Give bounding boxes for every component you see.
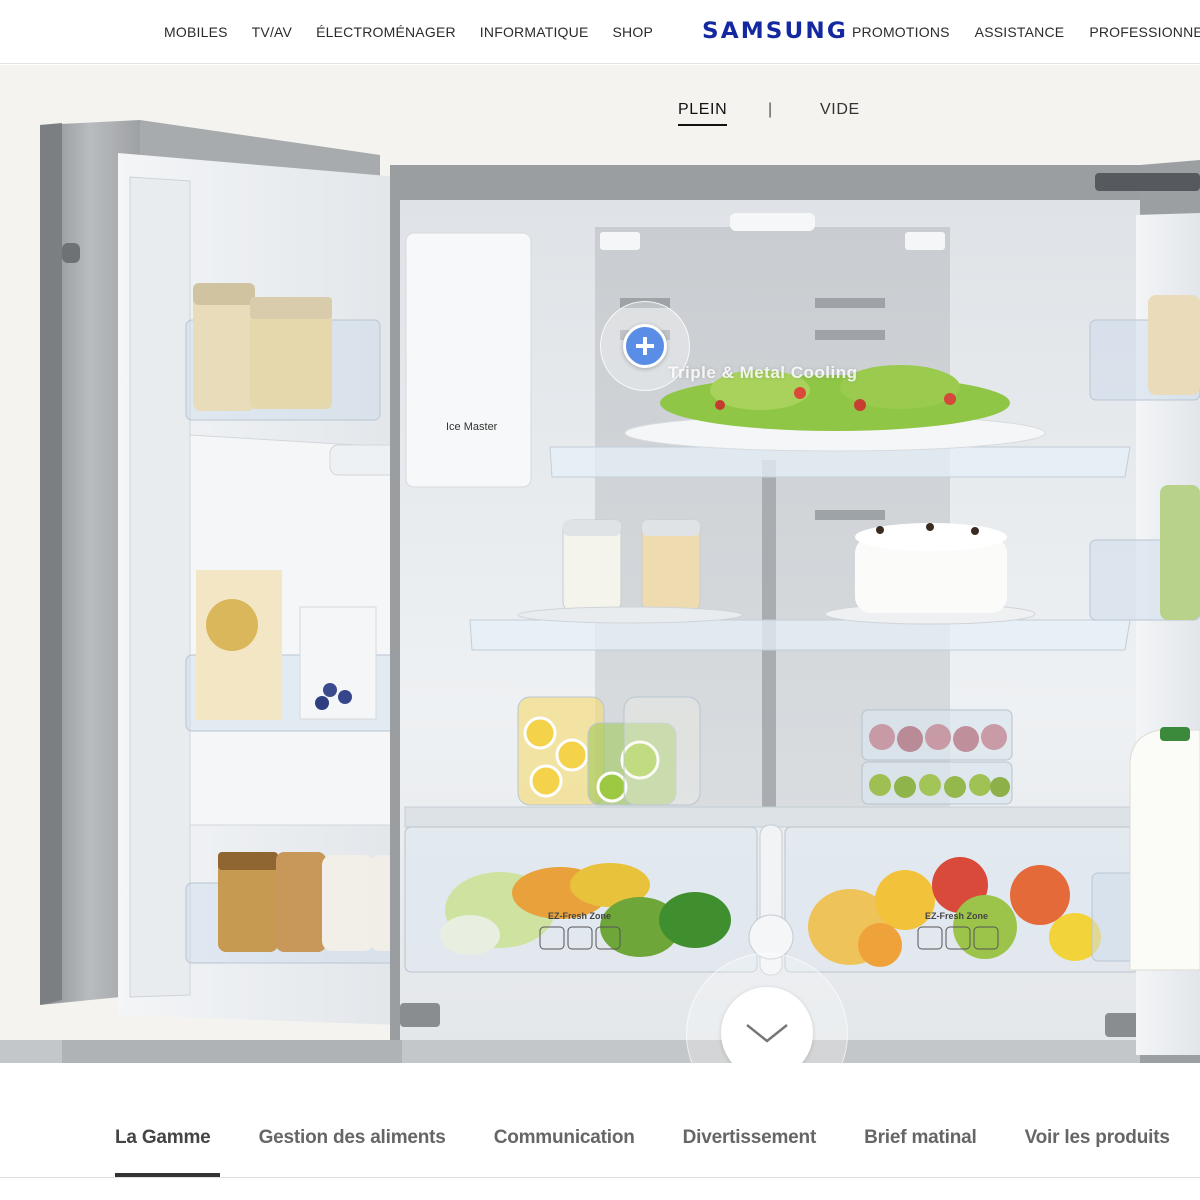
nav-electromenager[interactable]: ÉLECTROMÉNAGER	[316, 24, 456, 40]
hero-section: PLEIN | VIDE Ice Master Triple & Metal C…	[0, 65, 1200, 1063]
tab-la-gamme[interactable]: La Gamme	[115, 1127, 211, 1149]
toggle-separator: |	[768, 101, 773, 118]
tab-voir-produits[interactable]: Voir les produits	[1025, 1127, 1170, 1149]
feature-hotspot[interactable]	[600, 301, 690, 391]
nav-tv-av[interactable]: TV/AV	[252, 24, 292, 40]
nav-mobiles[interactable]: MOBILES	[164, 24, 228, 40]
ice-maker-label: Ice Master	[446, 421, 498, 433]
tab-brief-matinal[interactable]: Brief matinal	[864, 1127, 977, 1149]
tab-gestion-aliments[interactable]: Gestion des aliments	[259, 1127, 446, 1149]
samsung-logo[interactable]: SAMSUNG	[702, 19, 848, 44]
site-header: MOBILES TV/AV ÉLECTROMÉNAGER INFORMATIQU…	[0, 0, 1200, 64]
toggle-vide[interactable]: VIDE	[820, 101, 860, 119]
tab-divertissement[interactable]: Divertissement	[683, 1127, 817, 1149]
nav-shop[interactable]: SHOP	[613, 24, 653, 40]
view-toggle: PLEIN | VIDE	[0, 101, 1200, 131]
main-nav: MOBILES TV/AV ÉLECTROMÉNAGER INFORMATIQU…	[164, 24, 653, 40]
chevron-down-icon	[746, 1024, 788, 1043]
nav-assistance[interactable]: ASSISTANCE	[975, 24, 1065, 40]
tab-communication[interactable]: Communication	[494, 1127, 635, 1149]
crisper-label-right: EZ-Fresh Zone	[925, 911, 989, 921]
utility-nav: PROMOTIONS ASSISTANCE PROFESSIONNELS	[852, 24, 1200, 40]
toggle-plein[interactable]: PLEIN	[678, 101, 728, 126]
nav-promotions[interactable]: PROMOTIONS	[852, 24, 950, 40]
nav-professionnels[interactable]: PROFESSIONNELS	[1089, 24, 1200, 40]
section-tabs: La Gamme Gestion des aliments Communicat…	[0, 1063, 1200, 1200]
crisper-label-left: EZ-Fresh Zone	[548, 911, 612, 921]
tab-row: La Gamme Gestion des aliments Communicat…	[115, 1127, 1170, 1149]
nav-informatique[interactable]: INFORMATIQUE	[480, 24, 589, 40]
feature-label: Triple & Metal Cooling	[668, 363, 858, 382]
tab-divider	[0, 1177, 1200, 1178]
plus-icon[interactable]	[623, 324, 667, 368]
